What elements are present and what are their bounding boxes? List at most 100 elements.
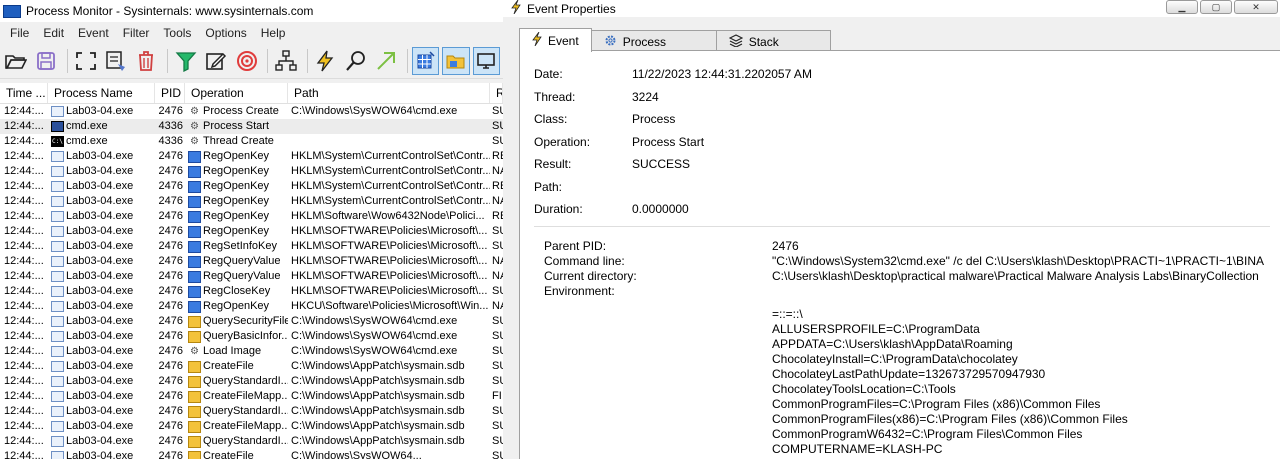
- table-row[interactable]: 12:44:... Lab03-04.exe 2476 RegOpenKey HKLM\…: [0, 209, 503, 224]
- event-properties-titlebar: Event Properties ▁ ▢ ✕: [503, 0, 1280, 17]
- table-row[interactable]: 12:44:... cmd.exe 4336 ⚙ Process Start SU: [0, 119, 503, 134]
- event-properties-icon[interactable]: [312, 47, 339, 75]
- cell-process: Lab03-04.exe: [48, 224, 155, 239]
- file-operation-icon: [188, 375, 201, 388]
- table-row[interactable]: 12:44:... Lab03-04.exe 2476 RegOpenKey HKLM\…: [0, 224, 503, 239]
- exe-process-icon: [51, 391, 64, 402]
- table-row[interactable]: 12:44:... Lab03-04.exe 2476 QueryStandardI.…: [0, 374, 503, 389]
- column-operation[interactable]: Operation: [185, 83, 288, 103]
- menu-file[interactable]: File: [3, 26, 36, 40]
- column-path[interactable]: Path: [288, 83, 490, 103]
- cell-process: Lab03-04.exe: [48, 104, 155, 119]
- show-network-icon[interactable]: [472, 47, 501, 75]
- cell-time: 12:44:...: [4, 255, 44, 267]
- menu-edit[interactable]: Edit: [36, 26, 71, 40]
- show-registry-icon[interactable]: [411, 47, 440, 75]
- registry-operation-icon: [188, 150, 201, 163]
- cell-process: C:\ cmd.exe: [48, 134, 155, 149]
- table-row[interactable]: 12:44:... Lab03-04.exe 2476 ⚙ Load Image C:\W…: [0, 344, 503, 359]
- exe-process-icon: [51, 256, 64, 267]
- table-row[interactable]: 12:44:... Lab03-04.exe 2476 CreateFileMapp.…: [0, 389, 503, 404]
- cell-pid: 2476: [158, 345, 183, 357]
- table-row[interactable]: 12:44:... Lab03-04.exe 2476 RegSetInfoKey HK…: [0, 239, 503, 254]
- menu-filter[interactable]: Filter: [116, 26, 157, 40]
- process-name: Lab03-04.exe: [66, 450, 134, 459]
- toolbar: [0, 44, 503, 79]
- cell-result: SU: [492, 135, 503, 147]
- table-row[interactable]: 12:44:... Lab03-04.exe 2476 QueryBasicInfor…: [0, 329, 503, 344]
- find-icon[interactable]: [342, 47, 369, 75]
- column-time[interactable]: Time ...: [0, 83, 48, 103]
- field-row: Result: SUCCESS: [534, 157, 690, 171]
- operation-name: Process Start: [203, 120, 270, 132]
- autoscroll-icon[interactable]: [72, 47, 99, 75]
- target-icon[interactable]: [233, 47, 260, 75]
- cell-time: 12:44:...: [4, 105, 44, 117]
- registry-operation-icon: [188, 270, 201, 283]
- table-row[interactable]: 12:44:... Lab03-04.exe 2476 RegOpenKey HKLM\…: [0, 179, 503, 194]
- cell-result: SU: [492, 225, 503, 237]
- table-row[interactable]: 12:44:... Lab03-04.exe 2476 QueryStandardI.…: [0, 404, 503, 419]
- table-row[interactable]: 12:44:... Lab03-04.exe 2476 CreateFile C:\Wi…: [0, 359, 503, 374]
- maximize-icon: ▢: [1211, 1, 1221, 12]
- cell-result: SU: [492, 240, 503, 252]
- table-row[interactable]: 12:44:... Lab03-04.exe 2476 RegOpenKey HKCU\…: [0, 299, 503, 314]
- exe-process-icon: [51, 301, 64, 312]
- column-process-name[interactable]: Process Name: [48, 83, 155, 103]
- table-row[interactable]: 12:44:... Lab03-04.exe 2476 QuerySecurityFi…: [0, 314, 503, 329]
- tab-stack[interactable]: Stack: [715, 30, 831, 52]
- operation-name: QuerySecurityFile: [203, 315, 288, 327]
- table-row[interactable]: 12:44:... Lab03-04.exe 2476 QueryStandardI.…: [0, 434, 503, 449]
- cell-time: 12:44:...: [4, 135, 44, 147]
- cell-pid: 2476: [158, 420, 183, 432]
- cell-pid: 4336: [158, 135, 183, 147]
- menu-event[interactable]: Event: [71, 26, 116, 40]
- table-row[interactable]: 12:44:...C:\cmd.exe4336⚙Thread CreateSU: [0, 134, 503, 149]
- table-row[interactable]: 12:44:... Lab03-04.exe 2476 RegOpenKey HKLM\…: [0, 149, 503, 164]
- clear-icon[interactable]: [102, 47, 129, 75]
- cell-pid: 2476: [158, 375, 183, 387]
- cell-process: Lab03-04.exe: [48, 299, 155, 314]
- table-row[interactable]: 12:44:... Lab03-04.exe 2476 CreateFile C:\Wi…: [0, 449, 503, 459]
- detail-row: Current directory: C:\Users\klash\Desktop…: [544, 269, 1259, 283]
- menu-help[interactable]: Help: [254, 26, 293, 40]
- cell-result: SU: [492, 120, 503, 132]
- table-row[interactable]: 12:44:... Lab03-04.exe 2476 RegOpenKey HKLM\…: [0, 194, 503, 209]
- tab-process[interactable]: Process: [590, 30, 717, 52]
- event-properties-window: Event Properties ▁ ▢ ✕ Event Process Sta…: [503, 0, 1280, 459]
- column-result[interactable]: R: [490, 83, 503, 103]
- cell-result: SU: [492, 435, 503, 447]
- cell-operation: RegQueryValue: [185, 269, 288, 284]
- menu-tools[interactable]: Tools: [156, 26, 198, 40]
- table-row[interactable]: 12:44:... Lab03-04.exe 2476 RegOpenKey HKLM\…: [0, 164, 503, 179]
- exe-process-icon: [51, 286, 64, 297]
- save-icon[interactable]: [32, 47, 59, 75]
- close-button[interactable]: ✕: [1234, 0, 1278, 14]
- cell-time: 12:44:...: [4, 435, 44, 447]
- table-row[interactable]: 12:44:... Lab03-04.exe 2476 RegQueryValue HK…: [0, 269, 503, 284]
- table-row[interactable]: 12:44:... Lab03-04.exe 2476 RegCloseKey HKLM…: [0, 284, 503, 299]
- minimize-button[interactable]: ▁: [1166, 0, 1198, 14]
- show-filesystem-icon[interactable]: [442, 47, 470, 75]
- open-icon[interactable]: [2, 47, 29, 75]
- maximize-button[interactable]: ▢: [1200, 0, 1232, 14]
- jump-icon[interactable]: [372, 47, 399, 75]
- tab-event[interactable]: Event: [519, 28, 592, 52]
- table-row[interactable]: 12:44:... Lab03-04.exe 2476 ⚙ Process Create…: [0, 104, 503, 119]
- cell-path: HKLM\SOFTWARE\Policies\Microsoft\...: [291, 225, 488, 237]
- cell-result: NA: [492, 300, 503, 312]
- cell-path: C:\Windows\AppPatch\sysmain.sdb: [291, 420, 465, 432]
- highlight-icon[interactable]: [202, 47, 229, 75]
- table-row[interactable]: 12:44:... Lab03-04.exe 2476 RegQueryValue HK…: [0, 254, 503, 269]
- delete-icon[interactable]: [133, 47, 160, 75]
- process-tree-icon[interactable]: [272, 47, 299, 75]
- column-pid[interactable]: PID: [155, 83, 185, 103]
- toolbar-separator: [267, 49, 269, 73]
- table-row[interactable]: 12:44:... Lab03-04.exe 2476 CreateFileMapp.…: [0, 419, 503, 434]
- gear-icon: [604, 34, 617, 50]
- filter-icon[interactable]: [172, 47, 199, 75]
- cell-pid: 2476: [158, 255, 183, 267]
- operation-name: RegOpenKey: [203, 210, 270, 222]
- process-name: Lab03-04.exe: [66, 375, 134, 387]
- menu-options[interactable]: Options: [198, 26, 253, 40]
